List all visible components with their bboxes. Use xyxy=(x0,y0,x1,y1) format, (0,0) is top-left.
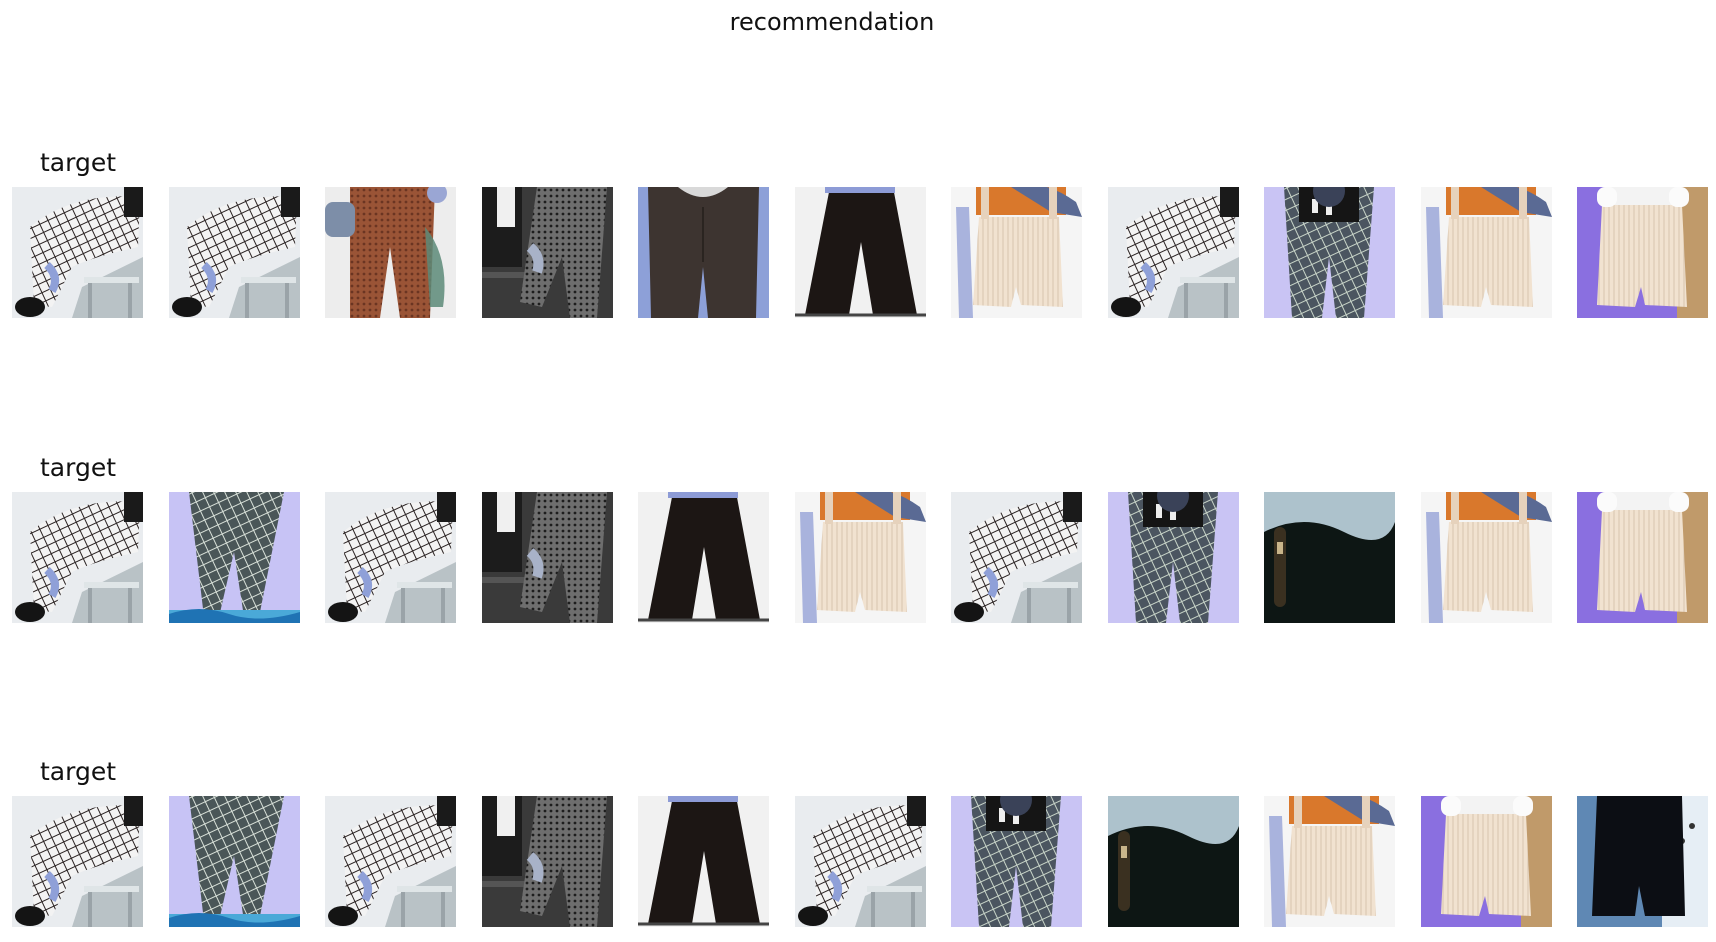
recommendation-image xyxy=(951,796,1082,927)
row-label-target: target xyxy=(40,453,117,482)
recommendation-image xyxy=(951,492,1082,623)
recommendation-image xyxy=(1577,187,1708,318)
recommendation-image xyxy=(1421,796,1552,927)
row-label-target: target xyxy=(40,148,117,177)
recommendation-image xyxy=(1264,796,1395,927)
recommendation-image xyxy=(638,492,769,623)
recommendation-image xyxy=(795,187,926,318)
target-image xyxy=(12,187,143,318)
recommendation-image xyxy=(1421,187,1552,318)
recommendation-image xyxy=(1264,492,1395,623)
recommendation-image xyxy=(169,492,300,623)
recommendation-image xyxy=(1577,492,1708,623)
recommendation-image xyxy=(325,187,456,318)
recommendation-image xyxy=(482,187,613,318)
recommendation-image xyxy=(795,492,926,623)
recommendation-image xyxy=(1108,187,1239,318)
recommendation-image xyxy=(1421,492,1552,623)
recommendation-image xyxy=(325,492,456,623)
recommendation-image xyxy=(169,187,300,318)
recommendation-image xyxy=(482,492,613,623)
recommendation-image xyxy=(1577,796,1708,927)
recommendation-image xyxy=(169,796,300,927)
row-label-target: target xyxy=(40,757,117,786)
figure-title: recommendation xyxy=(729,8,935,36)
recommendation-image xyxy=(1108,492,1239,623)
recommendation-image xyxy=(1264,187,1395,318)
target-image xyxy=(12,796,143,927)
recommendation-image xyxy=(795,796,926,927)
recommendation-image xyxy=(1108,796,1239,927)
recommendation-image xyxy=(325,796,456,927)
target-image xyxy=(12,492,143,623)
recommendation-image xyxy=(638,796,769,927)
recommendation-image xyxy=(482,796,613,927)
recommendation-image xyxy=(951,187,1082,318)
recommendation-image xyxy=(638,187,769,318)
